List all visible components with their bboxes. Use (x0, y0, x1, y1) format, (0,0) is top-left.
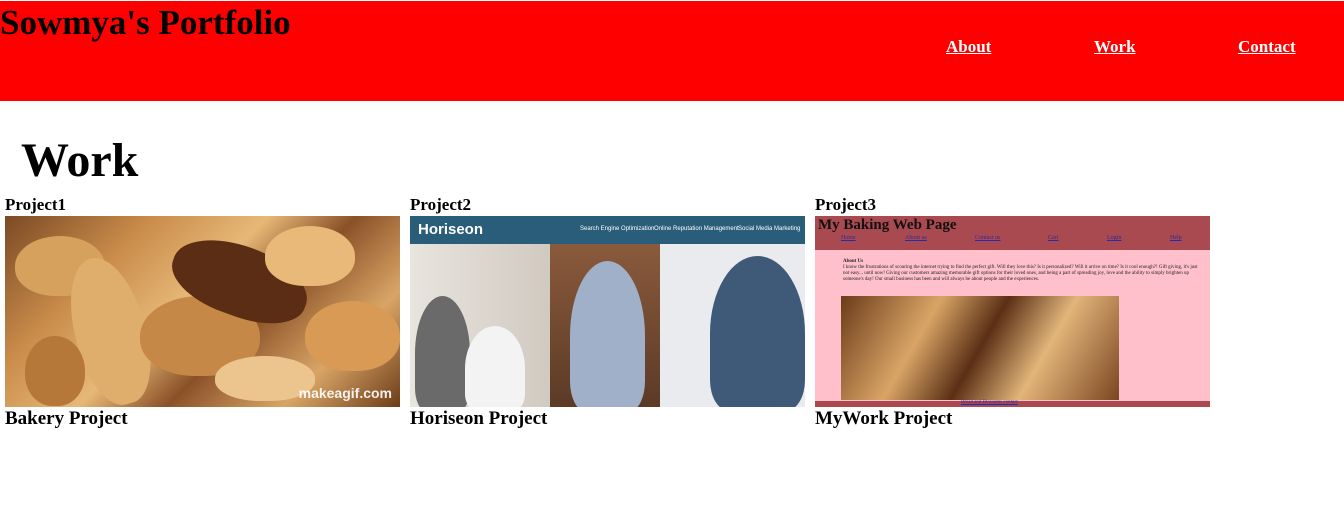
horiseon-nav-item: Search Engine Optimization (580, 226, 655, 232)
project-thumbnail-mywork[interactable]: My Baking Web Page Home About us Contact… (815, 216, 1210, 407)
horiseon-nav-item: Social Media Marketing (738, 226, 801, 232)
project-heading: Project3 (815, 195, 877, 214)
project-thumbnail-bakery[interactable]: makeagif.com (5, 216, 400, 407)
project-thumbnail-horiseon[interactable]: Horiseon Search Engine Optimization Onli… (410, 216, 805, 407)
person-shape (710, 256, 805, 407)
site-header: Sowmya's Portfolio About Work Contact (0, 1, 1344, 101)
nav-link-work[interactable]: Work (1094, 37, 1136, 57)
mywork-about: About Us I know the frustrations of scou… (843, 259, 1198, 283)
mywork-nav-link: About us (905, 235, 927, 241)
project-card-3: Project3 My Baking Web Page Home About u… (815, 194, 1211, 431)
site-title: Sowmya's Portfolio (0, 3, 291, 42)
nav-link-contact[interactable]: Contact (1238, 37, 1296, 57)
project-name[interactable]: Horiseon Project (410, 407, 806, 431)
mywork-nav-link: Login (1107, 235, 1122, 241)
project-heading: Project2 (410, 195, 472, 214)
project-heading: Project1 (5, 195, 67, 214)
bread-shape (25, 336, 85, 406)
mywork-title: My Baking Web Page (818, 217, 957, 233)
section-title-work: Work (21, 134, 139, 187)
person-shape (570, 261, 645, 407)
person-shape (415, 296, 470, 407)
horiseon-navbar: Horiseon Search Engine Optimization Onli… (410, 216, 805, 244)
mywork-nav-link: Cart (1048, 235, 1059, 241)
mywork-about-text: I know the frustrations of scouring the … (843, 265, 1198, 282)
project-card-2: Project2 Horiseon Search Engine Optimiza… (410, 194, 806, 431)
mywork-nav-link: Contact us (975, 235, 1001, 241)
project-name[interactable]: MyWork Project (815, 407, 1211, 431)
person-shape (465, 326, 525, 407)
project-name[interactable]: Bakery Project (5, 407, 401, 431)
nav-link-about[interactable]: About (946, 37, 991, 57)
watermark: makeagif.com (298, 385, 392, 401)
mywork-header: My Baking Web Page Home About us Contact… (815, 216, 1210, 250)
mywork-footer: Bread and Blossoms contact (815, 400, 1210, 407)
horiseon-nav-item: Online Reputation Management (654, 226, 739, 232)
mywork-nav-link: Help (1170, 235, 1182, 241)
bread-shape (265, 226, 355, 286)
bread-shape (305, 301, 400, 371)
horiseon-logo: Horiseon (418, 221, 484, 238)
project-card-1: Project1 makeagif.com Bakery Project (5, 194, 401, 431)
mywork-nav-link: Home (841, 235, 856, 241)
mywork-bread-image (841, 296, 1119, 400)
mywork-footer-link: Bread and Blossoms contact (961, 400, 1018, 405)
